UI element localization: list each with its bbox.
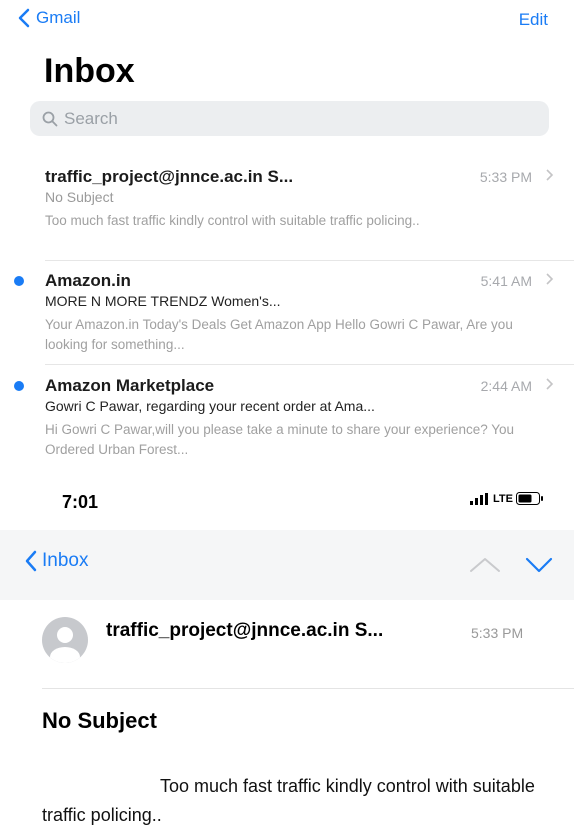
email-sender: Amazon.in	[45, 271, 131, 290]
status-time: 7:01	[62, 492, 99, 512]
chevron-right-icon	[546, 273, 554, 285]
avatar-icon	[50, 627, 80, 663]
email-time: 2:44 AM	[480, 378, 532, 394]
unread-dot	[14, 381, 24, 391]
battery-icon	[516, 492, 543, 505]
back-label: Inbox	[42, 550, 89, 571]
chevron-right-icon	[546, 378, 554, 390]
divider	[45, 260, 574, 261]
search-icon	[42, 111, 58, 126]
email-sender: traffic_project@jnnce.ac.in S...	[45, 167, 294, 186]
detail-subject: No Subject	[42, 708, 157, 733]
search-placeholder: Search	[64, 108, 118, 128]
email-subject: No Subject	[45, 189, 114, 205]
chevron-up-icon[interactable]	[468, 556, 502, 574]
email-time: 5:33 PM	[479, 169, 532, 185]
page-title: Inbox	[44, 52, 135, 90]
edit-button[interactable]: Edit	[519, 10, 548, 30]
back-to-inbox-button[interactable]: Inbox	[25, 550, 88, 572]
detail-time: 5:33 PM	[471, 625, 524, 641]
unread-dot	[14, 276, 24, 286]
network-label: LTE	[493, 492, 513, 505]
email-subject: MORE N MORE TRENDZ Women's...	[45, 293, 281, 309]
avatar	[42, 617, 88, 663]
detail-body: Too much fast traffic kindly control wit…	[42, 776, 535, 825]
email-list-item[interactable]: traffic_project@jnnce.ac.in S... 5:33 PM…	[0, 167, 574, 257]
email-subject: Gowri C Pawar, regarding your recent ord…	[45, 398, 375, 414]
divider	[45, 364, 574, 365]
email-list-item[interactable]: Amazon.in 5:41 AM MORE N MORE TRENDZ Wom…	[0, 271, 574, 361]
status-indicators: LTE	[470, 492, 544, 505]
chevron-down-icon[interactable]	[524, 556, 554, 574]
divider	[42, 688, 574, 689]
chevron-left-icon	[25, 550, 37, 572]
back-label: Gmail	[36, 8, 81, 27]
search-input[interactable]: Search	[30, 101, 549, 136]
email-preview: Your Amazon.in Today's Deals Get Amazon …	[45, 317, 513, 352]
email-list-item[interactable]: Amazon Marketplace 2:44 AM Gowri C Pawar…	[0, 376, 574, 466]
email-time: 5:41 AM	[480, 273, 532, 289]
email-preview: Hi Gowri C Pawar,will you please take a …	[45, 422, 514, 457]
chevron-left-icon	[18, 8, 30, 28]
back-to-gmail-button[interactable]: Gmail	[18, 8, 80, 28]
email-preview: Too much fast traffic kindly control wit…	[45, 213, 420, 228]
signal-icon	[470, 492, 489, 505]
detail-sender[interactable]: traffic_project@jnnce.ac.in S...	[106, 620, 383, 642]
email-sender: Amazon Marketplace	[45, 376, 215, 395]
chevron-right-icon	[546, 169, 554, 181]
